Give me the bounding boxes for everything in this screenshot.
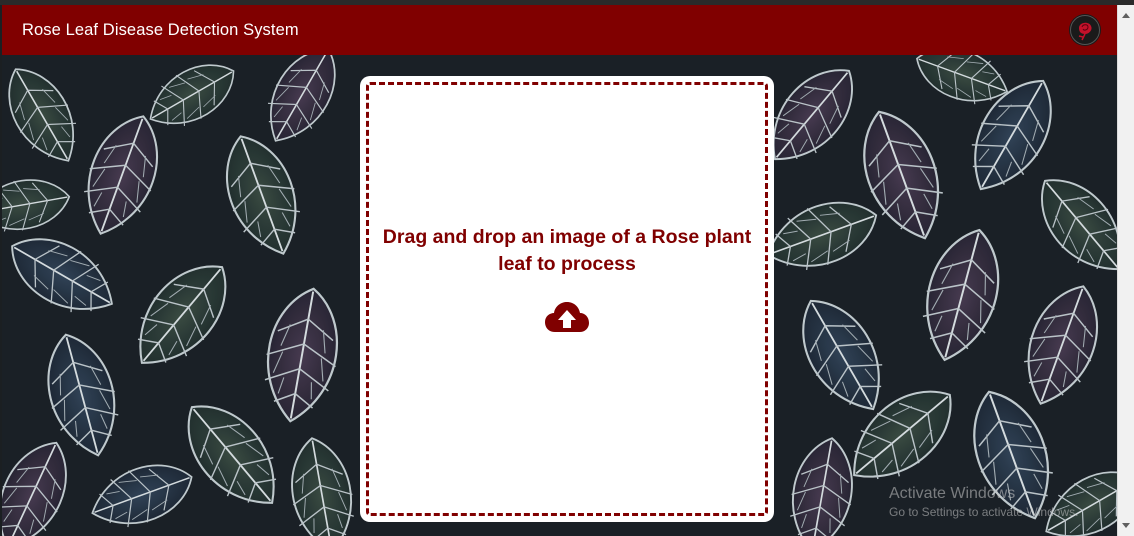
rose-icon [1069,14,1101,46]
watermark-title: Activate Windows [889,485,1016,502]
scroll-down-icon[interactable] [1122,523,1130,528]
watermark-subtitle: Go to Settings to activate Windows. [889,505,1079,519]
app-title: Rose Leaf Disease Detection System [22,20,299,39]
dropzone-prompt: Drag and drop an image of a Rose plant l… [382,226,752,275]
dropzone-dashed-area[interactable]: Drag and drop an image of a Rose plant l… [366,82,768,516]
app-header: Rose Leaf Disease Detection System [2,5,1117,55]
scroll-up-icon[interactable] [1122,13,1130,18]
app-window: Rose Leaf Disease Detection System Drag … [0,0,1134,536]
windows-activation-watermark: Activate Windows Go to Settings to activ… [889,485,1078,519]
vertical-scrollbar[interactable] [1117,5,1134,536]
cloud-upload-icon[interactable] [544,300,590,334]
image-dropzone[interactable]: Drag and drop an image of a Rose plant l… [360,76,774,522]
